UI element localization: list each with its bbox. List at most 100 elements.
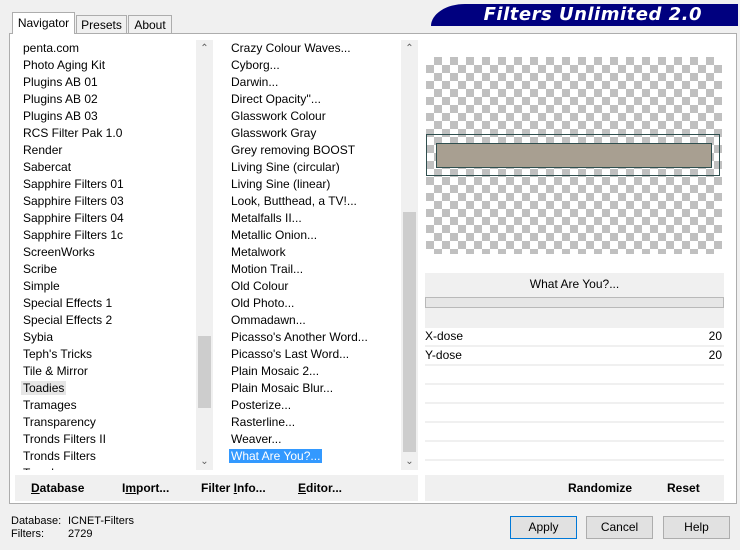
filter-scrollbar[interactable]: ⌃ ⌄ <box>401 40 418 470</box>
help-button[interactable]: Help <box>663 516 730 539</box>
list-item-label: Sapphire Filters 01 <box>23 177 124 191</box>
list-item-label: ScreenWorks <box>23 245 95 259</box>
list-item[interactable]: Render <box>21 142 196 159</box>
list-item-label: penta.com <box>23 41 80 55</box>
list-item-label: Photo Aging Kit <box>23 58 106 72</box>
import-button[interactable]: Import... <box>122 475 169 501</box>
category-list[interactable]: penta.com Photo Aging Kit Plugins AB 01 Plu… <box>21 40 196 470</box>
list-item[interactable]: penta.com <box>21 40 196 57</box>
list-item[interactable]: Sybia <box>21 329 196 346</box>
editor-button[interactable]: Editor... <box>298 475 342 501</box>
list-item[interactable]: Sapphire Filters 1c <box>21 227 196 244</box>
list-item-label: Plain Mosaic 2... <box>231 364 320 378</box>
list-item[interactable]: Old Colour <box>229 278 401 295</box>
param-value[interactable]: 20 <box>709 328 722 345</box>
list-item[interactable]: Special Effects 1 <box>21 295 196 312</box>
list-item-label: Tile & Mirror <box>23 364 88 378</box>
list-item[interactable]: Look, Butthead, a TV!... <box>229 193 401 210</box>
filter-list[interactable]: Crazy Colour Waves... Cyborg... Darwin... D… <box>229 40 401 470</box>
list-item[interactable]: Darwin... <box>229 74 401 91</box>
list-item[interactable]: Photo Aging Kit <box>21 57 196 74</box>
list-item[interactable]: RCS Filter Pak 1.0 <box>21 125 196 142</box>
list-item-label: Motion Trail... <box>231 262 304 276</box>
list-item[interactable]: Living Sine (circular) <box>229 159 401 176</box>
list-item[interactable]: Plain Mosaic Blur... <box>229 380 401 397</box>
randomize-button[interactable]: Randomize <box>568 475 632 501</box>
list-item-label: Weaver... <box>231 432 282 446</box>
filter-scroll-thumb[interactable] <box>403 212 416 452</box>
list-item[interactable]: Plugins AB 02 <box>21 91 196 108</box>
right-button-bar: Randomize Reset <box>425 475 724 501</box>
list-item[interactable]: Transparency <box>21 414 196 431</box>
list-item[interactable]: Tronds Filters <box>21 448 196 465</box>
list-item[interactable]: Direct Opacity''... <box>229 91 401 108</box>
list-item[interactable]: Tronds... <box>21 465 196 470</box>
tab-presets[interactable]: Presets <box>76 15 127 33</box>
status-filters-count: 2729 <box>68 528 93 540</box>
list-item[interactable]: Motion Trail... <box>229 261 401 278</box>
database-button[interactable]: Database <box>31 475 84 501</box>
apply-button[interactable]: Apply <box>510 516 577 539</box>
list-item[interactable]: What Are You?... <box>229 448 401 465</box>
category-scrollbar[interactable]: ⌃ ⌄ <box>196 40 213 470</box>
list-item-label: Direct Opacity''... <box>231 92 321 106</box>
category-scroll-thumb[interactable] <box>198 336 211 408</box>
param-row-y-dose[interactable]: Y-dose 20 <box>425 347 724 366</box>
list-item[interactable]: Plugins AB 03 <box>21 108 196 125</box>
list-item[interactable]: Rasterline... <box>229 414 401 431</box>
filter-info-button[interactable]: Filter Info... <box>201 475 266 501</box>
list-item[interactable]: Plain Mosaic 2... <box>229 363 401 380</box>
list-item[interactable]: Crazy Colour Waves... <box>229 40 401 57</box>
list-item-label: Toadies <box>21 381 67 395</box>
list-item-label: Picasso's Another Word... <box>231 330 368 344</box>
list-item[interactable]: Metalfalls II... <box>229 210 401 227</box>
list-item[interactable]: Tile & Mirror <box>21 363 196 380</box>
scroll-up-icon[interactable]: ⌃ <box>401 40 418 57</box>
list-item[interactable]: Ommadawn... <box>229 312 401 329</box>
list-item-label: RCS Filter Pak 1.0 <box>23 126 123 140</box>
list-item[interactable]: Cyborg... <box>229 57 401 74</box>
list-item[interactable]: Metallic Onion... <box>229 227 401 244</box>
tab-about[interactable]: About <box>128 15 172 33</box>
list-item[interactable]: Metalwork <box>229 244 401 261</box>
list-item-label: Simple <box>23 279 60 293</box>
list-item-label: Living Sine (circular) <box>231 160 340 174</box>
list-item[interactable]: Posterize... <box>229 397 401 414</box>
list-item[interactable]: Sapphire Filters 01 <box>21 176 196 193</box>
list-item[interactable]: Sabercat <box>21 159 196 176</box>
list-item[interactable]: Grey removing BOOST <box>229 142 401 159</box>
list-item[interactable]: Picasso's Another Word... <box>229 329 401 346</box>
scroll-down-icon[interactable]: ⌄ <box>401 453 418 470</box>
list-item[interactable]: Sapphire Filters 03 <box>21 193 196 210</box>
cancel-button[interactable]: Cancel <box>586 516 653 539</box>
list-item[interactable]: Teph's Tricks <box>21 346 196 363</box>
list-item[interactable]: Glasswork Colour <box>229 108 401 125</box>
param-row-x-dose[interactable]: X-dose 20 <box>425 328 724 347</box>
list-item[interactable]: Plugins AB 01 <box>21 74 196 91</box>
filter-progress-bar <box>425 297 724 308</box>
list-item[interactable]: Tronds Filters II <box>21 431 196 448</box>
list-item[interactable]: Sapphire Filters 04 <box>21 210 196 227</box>
scroll-up-icon[interactable]: ⌃ <box>196 40 213 57</box>
list-item[interactable]: Living Sine (linear) <box>229 176 401 193</box>
list-item[interactable]: ScreenWorks <box>21 244 196 261</box>
list-item[interactable]: Picasso's Last Word... <box>229 346 401 363</box>
list-item[interactable]: Weaver... <box>229 431 401 448</box>
list-item-label: Metalfalls II... <box>231 211 302 225</box>
list-item[interactable]: Glasswork Gray <box>229 125 401 142</box>
list-item[interactable]: Tramages <box>21 397 196 414</box>
list-item[interactable]: Simple <box>21 278 196 295</box>
list-item-label: Plugins AB 03 <box>23 109 98 123</box>
list-item-label: Old Colour <box>231 279 289 293</box>
reset-button[interactable]: Reset <box>667 475 700 501</box>
scroll-down-icon[interactable]: ⌄ <box>196 453 213 470</box>
list-item[interactable]: Scribe <box>21 261 196 278</box>
param-value[interactable]: 20 <box>709 347 722 364</box>
list-item[interactable]: Old Photo... <box>229 295 401 312</box>
param-row-empty <box>425 442 724 461</box>
list-item[interactable]: Special Effects 2 <box>21 312 196 329</box>
list-item[interactable]: Toadies <box>21 380 196 397</box>
params-header: What Are You?... <box>425 273 724 328</box>
tab-navigator[interactable]: Navigator <box>12 12 75 34</box>
list-item-label: What Are You?... <box>229 449 323 463</box>
